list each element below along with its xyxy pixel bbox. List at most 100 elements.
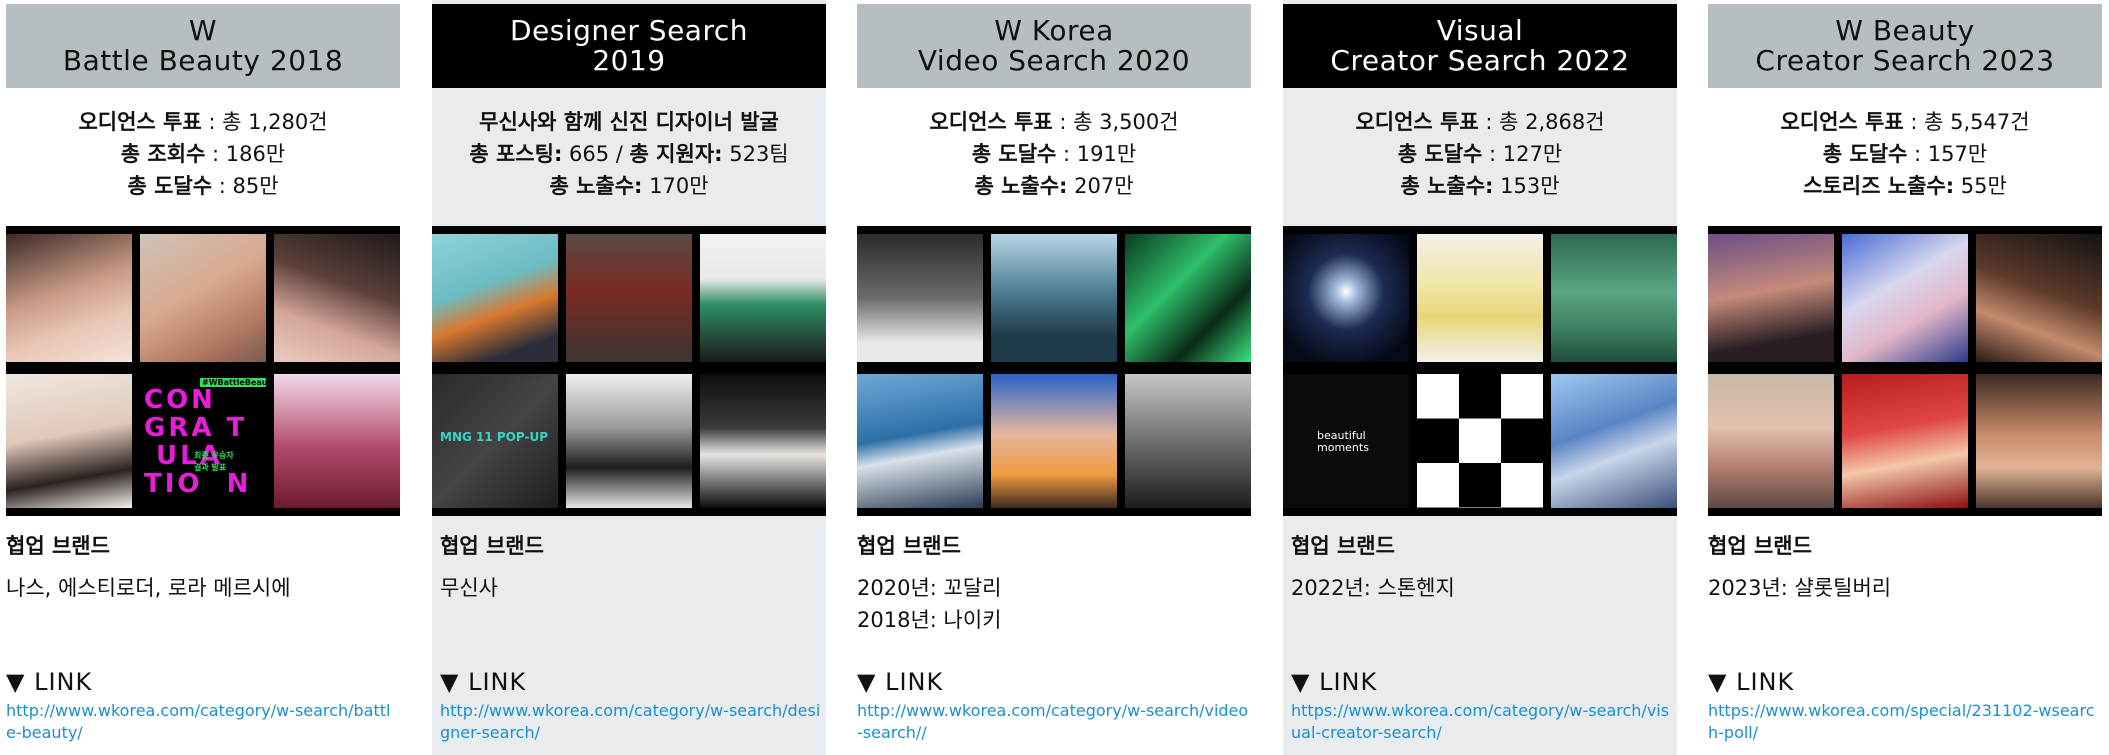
- column-header: W Korea Video Search 2020: [857, 4, 1251, 88]
- stats-block: 오디언스 투표 : 총 1,280건 총 조회수 : 186만 총 도달수 : …: [6, 106, 400, 202]
- portrait-photo: [1708, 234, 1834, 362]
- image-collage: beautiful moments: [1283, 226, 1677, 516]
- stat-value: 153만: [1493, 174, 1560, 198]
- stat-value: : 157만: [1907, 142, 1988, 166]
- stat-line: 오디언스 투표 : 총 2,868건: [1283, 106, 1677, 138]
- illustration-image: [1551, 234, 1677, 362]
- link-label: ▼ LINK: [440, 668, 527, 696]
- header-line-1: W: [188, 14, 218, 47]
- video-still: [1125, 374, 1251, 508]
- brand-title: 협업 브랜드: [1708, 534, 1812, 558]
- fashion-photo: [1417, 234, 1543, 362]
- stat-line: 총 도달수 : 85만: [6, 170, 400, 202]
- video-still: [991, 234, 1117, 362]
- link-url[interactable]: http://www.wkorea.com/category/w-search/…: [857, 700, 1251, 744]
- link-label: ▼ LINK: [857, 668, 944, 696]
- congratulation-graphic: #WBattleBeauty2018 CONGRA T ULATIO N 최종 …: [140, 374, 266, 508]
- image-collage: [857, 226, 1251, 516]
- stat-value: : 127만: [1482, 142, 1563, 166]
- video-still: [1125, 234, 1251, 362]
- portrait-photo: [1976, 234, 2102, 362]
- header-line-1: Visual: [1436, 14, 1524, 47]
- stat-label: 총 도달수: [127, 174, 213, 198]
- stat-line: 총 조회수 : 186만: [6, 138, 400, 170]
- stat-line: 무신사와 함께 신진 디자이너 발굴: [432, 106, 826, 138]
- column-header: Visual Creator Search 2022: [1283, 4, 1677, 88]
- stat-label: 오디언스 투표: [1780, 110, 1904, 134]
- link-url[interactable]: http://www.wkorea.com/category/w-search/…: [440, 700, 826, 744]
- image-collage: [1708, 226, 2102, 516]
- image-collage: MNG 11 POP-UP: [432, 226, 826, 516]
- video-still: [857, 374, 983, 508]
- column-designer-search-2019: Designer Search 2019 무신사와 함께 신진 디자이너 발굴 …: [432, 0, 826, 755]
- brand-title: 협업 브랜드: [440, 534, 544, 558]
- portrait-photo: [6, 374, 132, 508]
- stat-label: 총 포스팅:: [469, 142, 563, 166]
- brand-line: 2023년: 샬롯틸버리: [1708, 576, 1892, 600]
- fashion-photo: [700, 374, 826, 508]
- portrait-photo: [1842, 374, 1968, 508]
- header-line-2: 2019: [592, 44, 666, 77]
- stat-label: 오디언스 투표: [1355, 110, 1479, 134]
- brand-line: 2020년: 꼬달리: [857, 576, 1002, 600]
- stat-value: 207만: [1067, 174, 1134, 198]
- link-url[interactable]: https://www.wkorea.com/special/231102-ws…: [1708, 700, 2102, 744]
- stat-label: 총 지원자:: [629, 142, 723, 166]
- stat-label: 총 도달수: [1397, 142, 1483, 166]
- fashion-photo: [566, 234, 692, 362]
- stat-line: 오디언스 투표 : 총 5,547건: [1708, 106, 2102, 138]
- header-line-2: Battle Beauty 2018: [62, 44, 344, 77]
- stat-value: : 총 1,280건: [201, 110, 328, 134]
- brand-list: 나스, 에스티로더, 로라 메르시에: [6, 572, 291, 604]
- portrait-photo: [1708, 374, 1834, 508]
- link-url[interactable]: https://www.wkorea.com/category/w-search…: [1291, 700, 1677, 744]
- stat-value: : 186만: [205, 142, 286, 166]
- brand-line: 2018년: 나이키: [857, 608, 1002, 632]
- link-label: ▼ LINK: [1708, 668, 1795, 696]
- link-label: ▼ LINK: [6, 668, 93, 696]
- link-label: ▼ LINK: [1291, 668, 1378, 696]
- stat-line: 총 포스팅: 665 / 총 지원자: 523팀: [432, 138, 826, 170]
- header-line-2: Creator Search 2023: [1755, 44, 2055, 77]
- link-url[interactable]: http://www.wkorea.com/category/w-search/…: [6, 700, 400, 744]
- stat-value: 170만: [642, 174, 709, 198]
- stat-label: 총 노출수:: [974, 174, 1068, 198]
- fashion-photo: [432, 234, 558, 362]
- stats-block: 오디언스 투표 : 총 3,500건 총 도달수 : 191만 총 노출수: 2…: [857, 106, 1251, 202]
- stat-label: 총 노출수:: [1400, 174, 1494, 198]
- stat-line: 오디언스 투표 : 총 1,280건: [6, 106, 400, 138]
- header-line-2: Creator Search 2022: [1330, 44, 1630, 77]
- video-still: [857, 234, 983, 362]
- portrait-photo: [274, 374, 400, 508]
- result-text: 결과 발표: [194, 463, 227, 472]
- beautiful-moments-graphic: beautiful moments: [1283, 374, 1409, 508]
- column-battle-beauty-2018: W Battle Beauty 2018 오디언스 투표 : 총 1,280건 …: [6, 0, 400, 755]
- stat-label: 오디언스 투표: [929, 110, 1053, 134]
- brand-line: 2022년: 스톤헨지: [1291, 576, 1455, 600]
- stats-block: 오디언스 투표 : 총 2,868건 총 도달수 : 127만 총 노출수: 1…: [1283, 106, 1677, 202]
- video-still: [991, 374, 1117, 508]
- stat-value: 55만: [1954, 174, 2007, 198]
- image-collage: #WBattleBeauty2018 CONGRA T ULATIO N 최종 …: [6, 226, 400, 516]
- portrait-photo: [1976, 374, 2102, 508]
- pixel-pattern-graphic: [1417, 374, 1543, 508]
- stat-line: 총 도달수 : 157만: [1708, 138, 2102, 170]
- column-header: W Beauty Creator Search 2023: [1708, 4, 2102, 88]
- stat-label: 스토리즈 노출수:: [1803, 174, 1955, 198]
- stat-value: : 85만: [212, 174, 279, 198]
- stat-line: 총 도달수 : 127만: [1283, 138, 1677, 170]
- brand-list: 무신사: [440, 572, 498, 604]
- column-video-search-2020: W Korea Video Search 2020 오디언스 투표 : 총 3,…: [857, 0, 1251, 755]
- header-line-1: W Beauty: [1835, 14, 1975, 47]
- brand-title: 협업 브랜드: [857, 534, 961, 558]
- stat-line: 총 노출수: 170만: [432, 170, 826, 202]
- stat-line: 총 도달수 : 191만: [857, 138, 1251, 170]
- digital-art-image: [1551, 374, 1677, 508]
- brand-title: 협업 브랜드: [6, 534, 110, 558]
- portrait-photo: [274, 234, 400, 362]
- stat-value: 665 /: [562, 142, 630, 166]
- beautiful-moments-text: beautiful moments: [1317, 429, 1369, 454]
- brand-list: 2023년: 샬롯틸버리: [1708, 572, 1891, 604]
- brand-title: 협업 브랜드: [1291, 534, 1395, 558]
- fireworks-image: [1283, 234, 1409, 362]
